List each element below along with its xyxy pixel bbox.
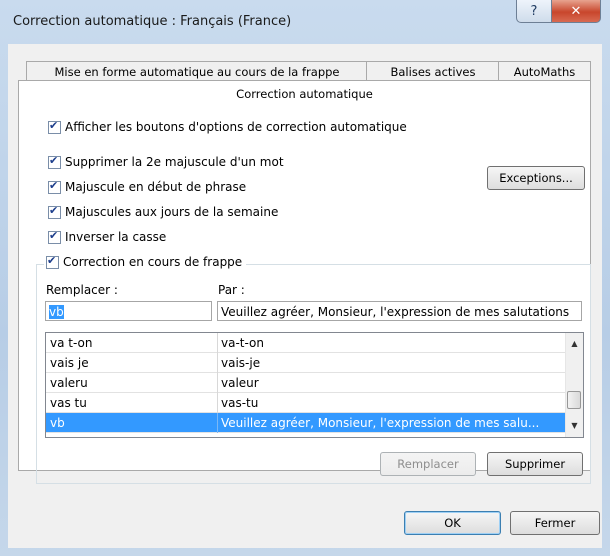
tab-label: AutoMaths [513,64,576,79]
scrollbar-thumb[interactable] [567,391,581,409]
help-button[interactable]: ? [516,0,552,23]
scroll-down-arrow-icon[interactable]: ▼ [566,417,583,433]
checkbox-label: Supprimer la 2e majuscule d'un mot [65,155,284,169]
replace-as-you-type-checkbox[interactable]: Correction en cours de frappe [44,254,247,269]
button-label: Exceptions... [499,171,573,185]
tab-autoformat-as-you-type[interactable]: Mise en forme automatique au cours de la… [26,61,368,81]
button-label: Fermer [534,516,576,530]
button-label: Remplacer [397,457,459,471]
checkbox-checked-icon [48,119,61,134]
checkbox-label: Correction en cours de frappe [63,255,243,269]
checkbox-checked-icon [48,229,61,244]
window-title: Correction automatique : Français (Franc… [13,14,292,29]
checkbox-label: Afficher les boutons d'options de correc… [65,120,407,134]
list-item-selected[interactable]: vb Veuillez agréer, Monsieur, l'expressi… [46,413,565,433]
tab-math-autocorrect[interactable]: AutoMaths [498,61,591,81]
autocorrect-entries-list[interactable]: va t-on va-t-on vais je vais-je valeru v… [45,332,584,438]
scroll-up-arrow-icon[interactable]: ▲ [566,335,583,351]
cancel-close-button[interactable]: Fermer [510,511,600,535]
capitalize-sentences-checkbox[interactable]: Majuscule en début de phrase [48,179,247,194]
caps-lock-correction-checkbox[interactable]: Inverser la casse [48,229,167,244]
tab-smart-tags[interactable]: Balises actives [366,61,500,81]
list-item[interactable]: va t-on va-t-on [46,333,565,353]
checkbox-checked-icon [48,179,61,194]
list-item[interactable]: valeru valeur [46,373,565,393]
tab-label: Balises actives [390,64,476,79]
delete-button[interactable]: Supprimer [487,452,583,476]
list-scrollbar[interactable]: ▲ ▼ [565,333,583,437]
checkbox-checked-icon [48,154,61,169]
dialog-window: Correction automatique : Français (Franc… [0,0,610,556]
close-icon: ✕ [570,3,582,19]
checkbox-label: Majuscules aux jours de la semaine [65,205,279,219]
checkbox-label: Inverser la casse [65,230,167,244]
title-bar: Correction automatique : Français (Franc… [0,0,610,44]
with-label: Par : [218,283,245,297]
capitalize-days-checkbox[interactable]: Majuscules aux jours de la semaine [48,204,279,219]
column-divider [217,373,218,393]
exceptions-button[interactable]: Exceptions... [487,166,585,190]
column-divider [217,353,218,373]
entry-with-text: va-t-on [221,336,264,350]
show-option-buttons-checkbox[interactable]: Afficher les boutons d'options de correc… [48,119,407,134]
column-divider [217,333,218,353]
entry-with-text: vas-tu [221,396,259,410]
column-divider [217,393,218,413]
with-input[interactable]: Veuillez agréer, Monsieur, l'expression … [217,301,582,321]
with-input-value: Veuillez agréer, Monsieur, l'expression … [221,305,570,319]
correct-two-initial-caps-checkbox[interactable]: Supprimer la 2e majuscule d'un mot [48,154,284,169]
list-item[interactable]: vais je vais-je [46,353,565,373]
replace-input-value: vb [49,305,64,319]
tab-autocorrect[interactable]: Correction automatique [18,80,591,107]
entry-with-text: vais-je [221,356,261,370]
button-label: OK [444,516,461,530]
entry-replace-text: vais je [50,356,89,370]
entry-with-text: valeur [221,376,259,390]
entry-replace-text: vas tu [50,396,87,410]
button-label: Supprimer [504,457,566,471]
tab-label: Mise en forme automatique au cours de la… [54,64,340,79]
checkbox-checked-icon [46,254,59,269]
checkbox-label: Majuscule en début de phrase [65,180,247,194]
list-item[interactable]: vas tu vas-tu [46,393,565,413]
close-window-button[interactable]: ✕ [551,0,601,23]
entry-replace-text: vb [50,416,65,430]
checkbox-checked-icon [48,204,61,219]
tab-label: Correction automatique [236,87,373,101]
replace-label: Remplacer : [46,283,118,297]
help-icon: ? [530,3,538,19]
column-divider [217,413,218,433]
entry-replace-text: va t-on [50,336,93,350]
entry-with-text: Veuillez agréer, Monsieur, l'expression … [221,416,540,430]
replace-input[interactable]: vb [45,301,212,321]
ok-button[interactable]: OK [404,511,501,535]
replace-button[interactable]: Remplacer [380,452,476,476]
entry-replace-text: valeru [50,376,88,390]
